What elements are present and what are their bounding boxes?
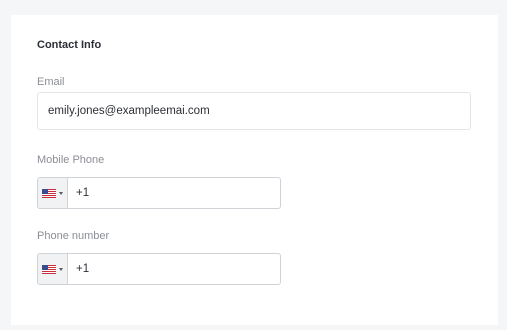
mobile-phone-country-select[interactable]	[38, 178, 68, 208]
email-label: Email	[37, 76, 65, 88]
chevron-down-icon	[59, 267, 63, 271]
mobile-phone-label: Mobile Phone	[37, 154, 105, 166]
phone-number-input[interactable]	[68, 254, 280, 284]
mobile-phone-input[interactable]	[68, 178, 280, 208]
phone-number-label: Phone number	[37, 230, 110, 242]
phone-number-group	[37, 253, 281, 285]
email-field[interactable]	[37, 92, 471, 130]
mobile-phone-group	[37, 177, 281, 209]
phone-number-country-select[interactable]	[38, 254, 68, 284]
section-title: Contact Info	[37, 39, 102, 51]
us-flag-icon	[42, 264, 56, 274]
contact-info-card: Contact Info Email Mobile Phone Phone nu…	[11, 15, 498, 325]
us-flag-icon	[42, 188, 56, 198]
chevron-down-icon	[59, 191, 63, 195]
